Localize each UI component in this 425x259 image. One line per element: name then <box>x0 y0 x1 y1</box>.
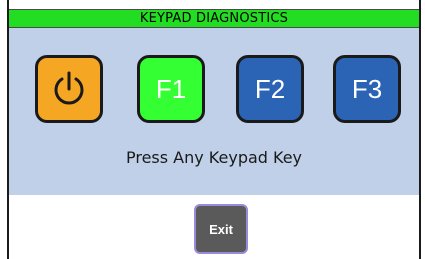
f3-key-button[interactable]: F3 <box>333 55 401 123</box>
exit-button[interactable]: Exit <box>194 204 248 254</box>
page-title: KEYPAD DIAGNOSTICS <box>9 9 419 28</box>
power-key-button[interactable] <box>35 55 103 123</box>
f2-key-button[interactable]: F2 <box>236 55 304 123</box>
keypad-diagnostics-screen: KEYPAD DIAGNOSTICS F1 F2 F3 Press Any Ke… <box>0 0 425 259</box>
instruction-text: Press Any Keypad Key <box>125 148 303 167</box>
power-icon <box>54 71 84 105</box>
right-edge-divider <box>419 0 421 259</box>
f1-key-button[interactable]: F1 <box>137 55 205 123</box>
